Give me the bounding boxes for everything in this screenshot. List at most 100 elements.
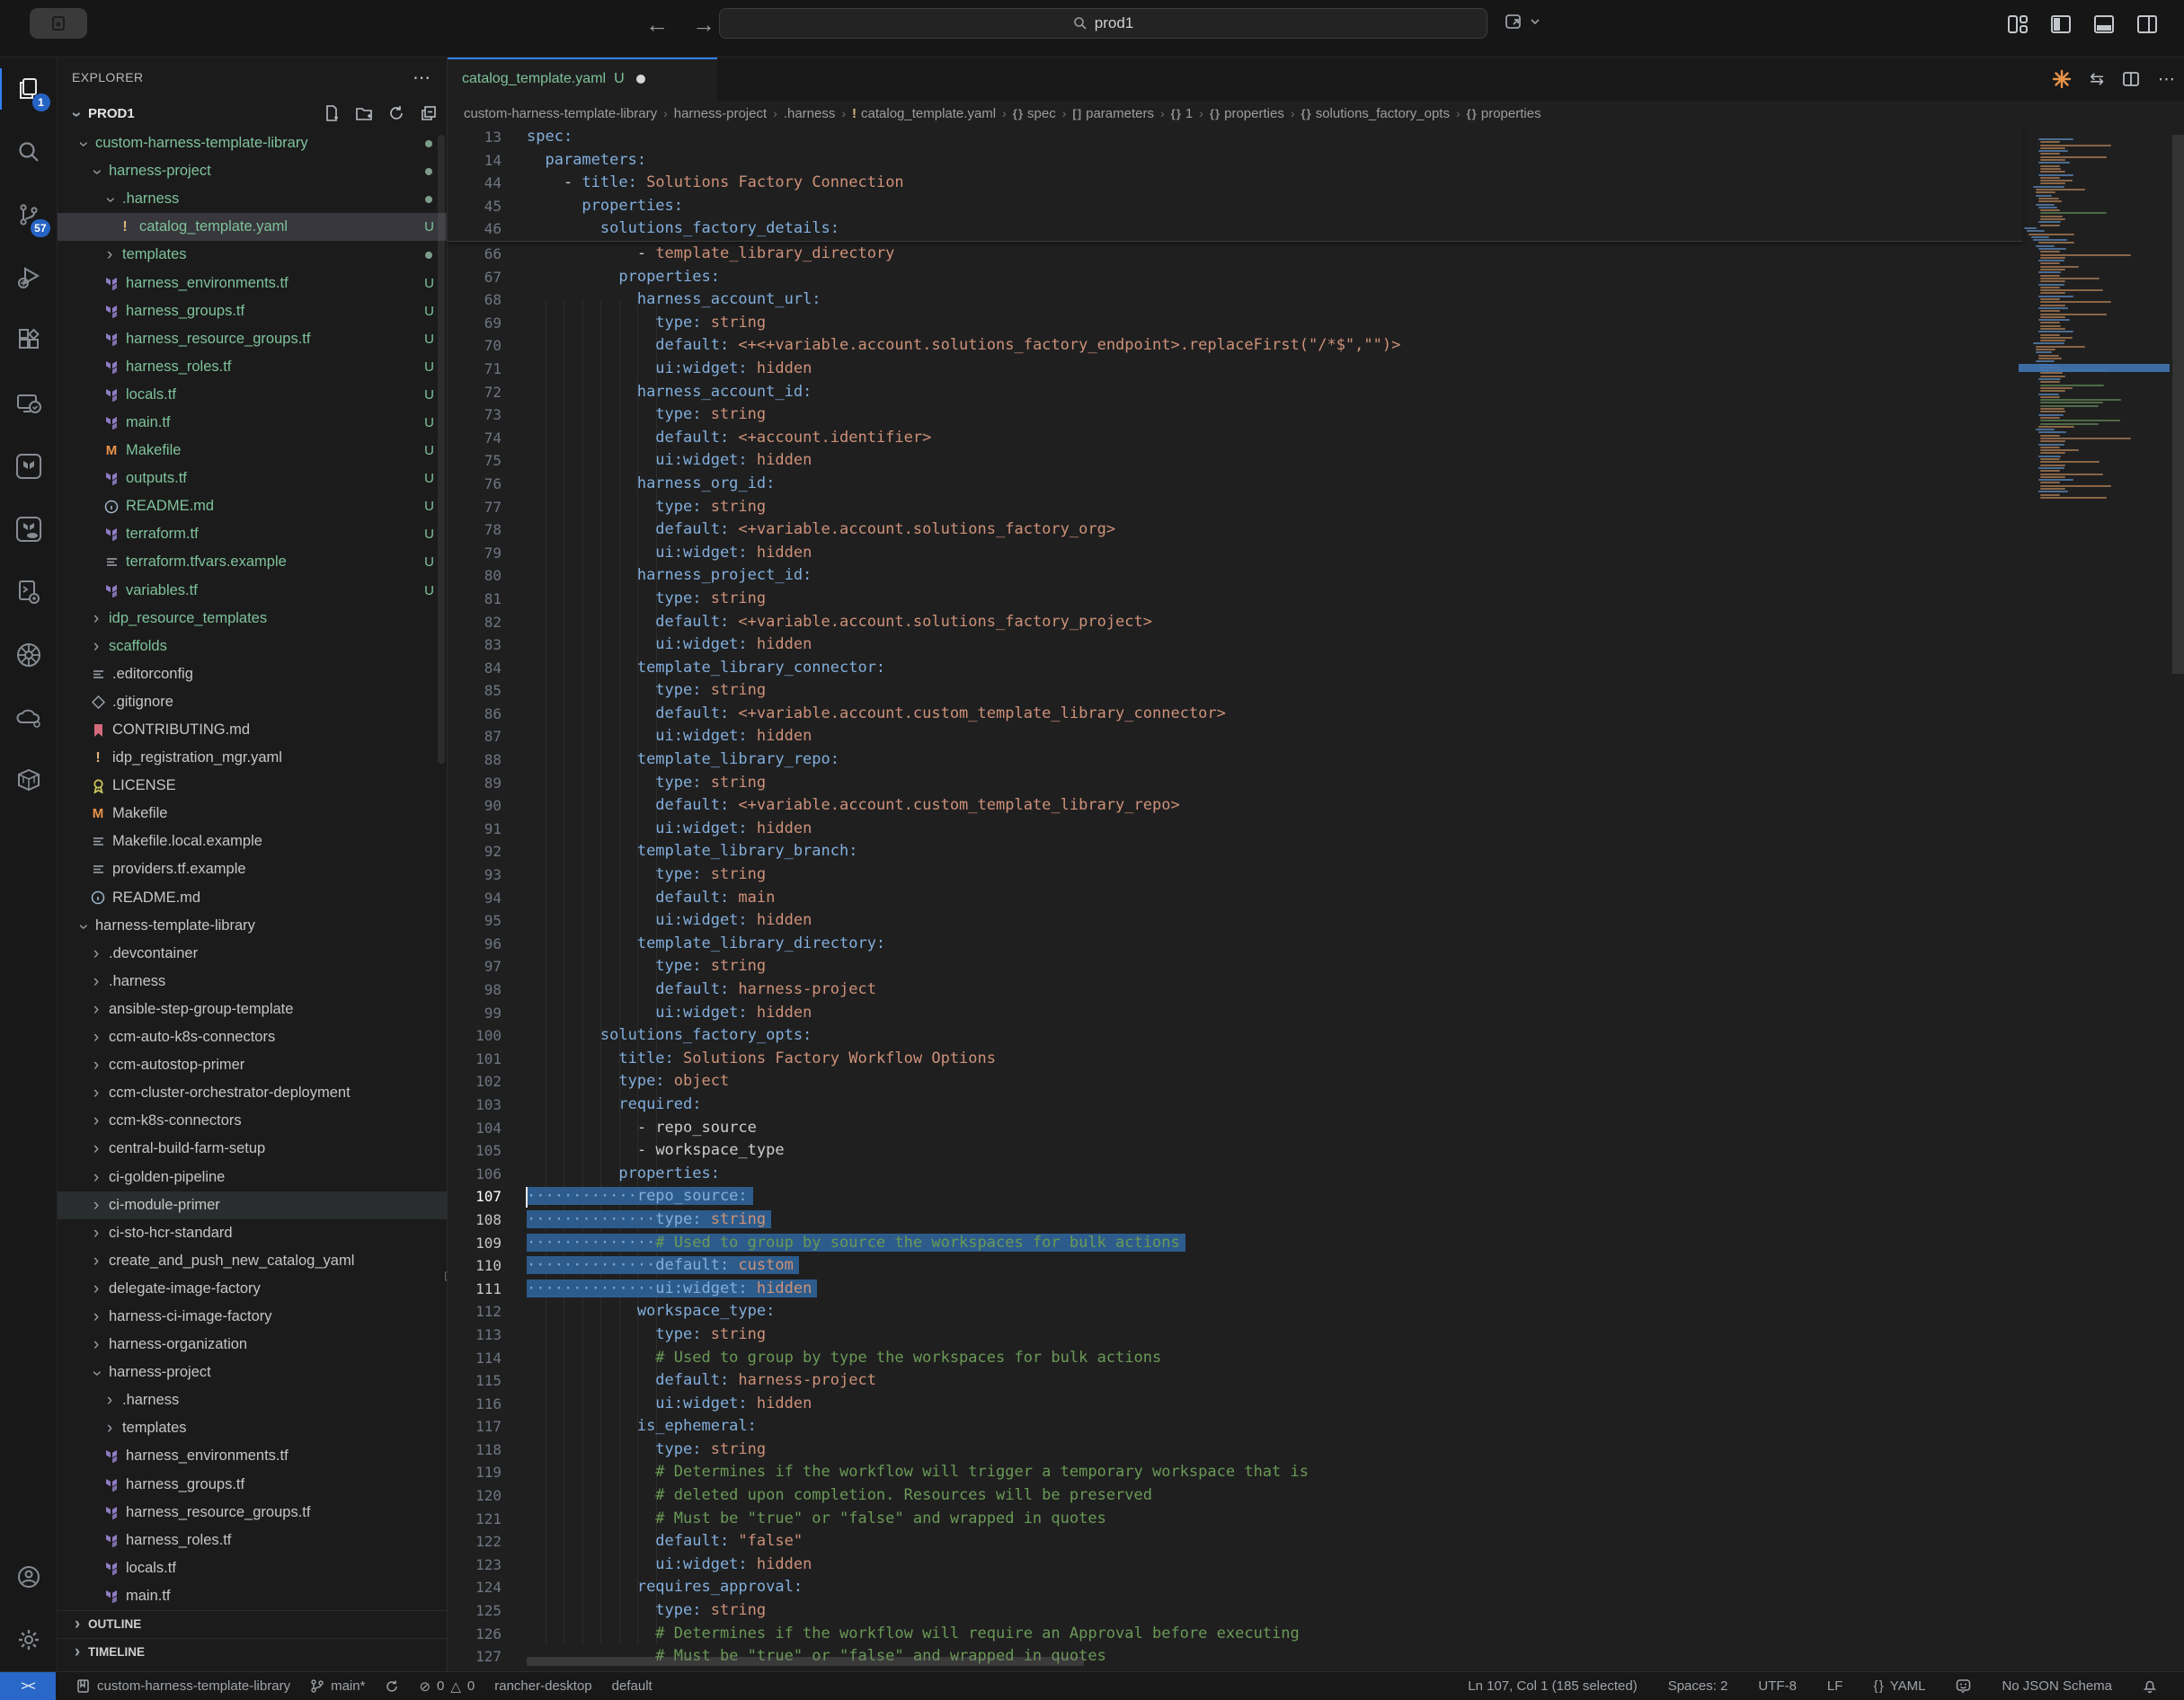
tree-folder-custom-harness-template-library[interactable]: ›custom-harness-template-library — [58, 129, 447, 157]
breadcrumb-item[interactable]: { }solutions_factory_opts — [1301, 106, 1450, 121]
project-root-row[interactable]: › PROD1 — [58, 97, 447, 129]
tree-file-harness-resource-groups-tf[interactable]: harness_resource_groups.tf — [58, 1499, 447, 1527]
editor-horizontal-scrollbar[interactable] — [527, 1657, 1084, 1666]
activity-cloud-code-button[interactable] — [0, 686, 58, 749]
tree-file-idp-registration-mgr-yaml[interactable]: !idp_registration_mgr.yaml — [58, 744, 447, 772]
tree-folder-central-build-farm-setup[interactable]: ›central-build-farm-setup — [58, 1135, 447, 1163]
breadcrumb-item[interactable]: !catalog_template.yaml — [852, 106, 996, 121]
tree-file--editorconfig[interactable]: .editorconfig — [58, 660, 447, 688]
editor-vertical-scrollbar[interactable] — [2172, 135, 2184, 674]
activity-kubernetes-button[interactable] — [0, 624, 58, 686]
remote-indicator[interactable]: >< — [0, 1672, 56, 1700]
tree-folder--devcontainer[interactable]: ›.devcontainer — [58, 940, 447, 968]
breadcrumb-item[interactable]: [ ]parameters — [1072, 106, 1154, 121]
tree-folder-harness-template-library[interactable]: ›harness-template-library — [58, 912, 447, 940]
more-actions-icon[interactable]: ⋯ — [2158, 69, 2175, 90]
tree-file-main-tf[interactable]: main.tfU — [58, 409, 447, 437]
tree-file-license[interactable]: LICENSE — [58, 772, 447, 800]
tree-folder-scaffolds[interactable]: ›scaffolds — [58, 633, 447, 660]
status-language-mode[interactable]: { }YAML — [1873, 1678, 1925, 1694]
breadcrumb-item[interactable]: { }properties — [1210, 106, 1284, 121]
tree-folder--harness[interactable]: ›.harness — [58, 185, 447, 213]
customize-layout-icon[interactable] — [2006, 13, 2029, 36]
sidebar-scrollbar[interactable] — [438, 135, 445, 764]
tree-folder-idp-resource-templates[interactable]: ›idp_resource_templates — [58, 605, 447, 633]
timeline-section[interactable]: ›TIMELINE — [58, 1638, 447, 1666]
tree-folder-ci-sto-hcr-standard[interactable]: ›ci-sto-hcr-standard — [58, 1219, 447, 1247]
tree-file-harness-resource-groups-tf[interactable]: harness_resource_groups.tfU — [58, 325, 447, 353]
minimap[interactable] — [2024, 138, 2170, 624]
command-center-search[interactable]: prod1 — [719, 8, 1487, 39]
tree-folder-harness-project[interactable]: ›harness-project — [58, 1359, 447, 1386]
activity-infra-tasks-button[interactable] — [0, 561, 58, 624]
tree-file-harness-environments-tf[interactable]: harness_environments.tfU — [58, 269, 447, 297]
tree-file-locals-tf[interactable]: locals.tf — [58, 1554, 447, 1582]
problems-indicator[interactable]: ⊘0 △0 — [419, 1678, 475, 1695]
tree-folder-ansible-step-group-template[interactable]: ›ansible-step-group-template — [58, 996, 447, 1023]
open-changes-icon[interactable]: ⇆ — [2090, 69, 2104, 90]
nav-forward-button[interactable]: → — [692, 11, 715, 39]
activity-explorer-button[interactable]: 1 — [0, 58, 58, 120]
outline-section[interactable]: ›OUTLINE — [58, 1610, 447, 1638]
breadcrumb-item[interactable]: { }1 — [1171, 106, 1194, 121]
breadcrumb-item[interactable]: harness-project — [674, 106, 767, 121]
nav-back-button[interactable]: ← — [645, 11, 669, 39]
tree-folder-ccm-cluster-orchestrator-deployment[interactable]: ›ccm-cluster-orchestrator-deployment — [58, 1079, 447, 1107]
status-notifications[interactable] — [2143, 1678, 2157, 1694]
kube-context-indicator[interactable]: default — [612, 1678, 653, 1694]
tree-file-locals-tf[interactable]: locals.tfU — [58, 381, 447, 409]
activity-remote-explorer-button[interactable] — [0, 372, 58, 435]
tree-folder-harness-organization[interactable]: ›harness-organization — [58, 1331, 447, 1359]
tree-file-harness-environments-tf[interactable]: harness_environments.tf — [58, 1442, 447, 1470]
tree-folder--harness[interactable]: ›.harness — [58, 1386, 447, 1414]
tree-folder-delegate-image-factory[interactable]: ›delegate-image-factory — [58, 1275, 447, 1303]
tree-folder-templates[interactable]: ›templates — [58, 241, 447, 269]
breadcrumb-item[interactable]: custom-harness-template-library — [464, 106, 657, 121]
toggle-panel-icon[interactable] — [2092, 13, 2116, 36]
tree-folder-ccm-auto-k8s-connectors[interactable]: ›ccm-auto-k8s-connectors — [58, 1023, 447, 1051]
activity-terraform-cloud-button[interactable] — [0, 498, 58, 561]
tab-catalog-template-yaml[interactable]: ! catalog_template.yaml U — [448, 58, 717, 101]
tree-file-outputs-tf[interactable]: outputs.tfU — [58, 465, 447, 492]
tree-folder-templates[interactable]: ›templates — [58, 1414, 447, 1442]
breadcrumb-item[interactable]: { }properties — [1467, 106, 1541, 121]
activity-extensions-button[interactable] — [0, 309, 58, 372]
repo-indicator[interactable]: custom-harness-template-library — [75, 1678, 290, 1694]
tree-folder-ccm-autostop-primer[interactable]: ›ccm-autostop-primer — [58, 1051, 447, 1079]
tree-file-terraform-tfvars-example[interactable]: terraform.tfvars.exampleU — [58, 548, 447, 576]
tree-folder-ci-module-primer[interactable]: ›ci-module-primer — [58, 1191, 447, 1219]
tree-file-makefile-local-example[interactable]: Makefile.local.example — [58, 828, 447, 855]
tree-file-contributing-md[interactable]: CONTRIBUTING.md — [58, 716, 447, 744]
activity-containers-button[interactable] — [0, 749, 58, 812]
tree-folder--harness[interactable]: ›.harness — [58, 968, 447, 996]
collapse-all-icon[interactable] — [420, 104, 438, 122]
tree-file-terraform-tf[interactable]: terraform.tfU — [58, 520, 447, 548]
status-cursor-position[interactable]: Ln 107, Col 1 (185 selected) — [1468, 1678, 1637, 1694]
tree-file-catalog-template-yaml[interactable]: !catalog_template.yamlU — [58, 213, 447, 241]
tree-folder-harness-ci-image-factory[interactable]: ›harness-ci-image-factory — [58, 1303, 447, 1331]
extension-star-icon[interactable] — [2052, 69, 2072, 89]
tree-folder-harness-project[interactable]: ›harness-project — [58, 157, 447, 185]
tab-modified-dot[interactable] — [636, 75, 645, 84]
status-eol[interactable]: LF — [1827, 1678, 1843, 1694]
toggle-primary-sidebar-icon[interactable] — [2049, 13, 2073, 36]
toggle-secondary-sidebar-icon[interactable] — [2135, 13, 2159, 36]
status-json-schema[interactable]: No JSON Schema — [2002, 1678, 2112, 1694]
tree-file-providers-tf-example[interactable]: providers.tf.example — [58, 855, 447, 883]
status-feedback[interactable] — [1956, 1678, 1971, 1694]
split-editor-icon[interactable] — [2122, 70, 2140, 88]
sync-indicator[interactable] — [385, 1679, 399, 1694]
activity-source-control-button[interactable]: 57 — [0, 183, 58, 246]
tree-file-readme-md[interactable]: README.mdU — [58, 492, 447, 520]
code-area[interactable]: 13spec:14 parameters:44 - title: Solutio… — [448, 126, 2184, 1671]
breadcrumb-item[interactable]: { }spec — [1013, 106, 1056, 121]
activity-run-debug-button[interactable] — [0, 246, 58, 309]
activity-search-button[interactable] — [0, 120, 58, 183]
tree-file-harness-groups-tf[interactable]: harness_groups.tfU — [58, 297, 447, 325]
tree-folder-ccm-k8s-connectors[interactable]: ›ccm-k8s-connectors — [58, 1107, 447, 1135]
rancher-desktop-indicator[interactable]: rancher-desktop — [494, 1678, 591, 1694]
refresh-icon[interactable] — [387, 104, 405, 122]
tree-file-makefile[interactable]: MMakefileU — [58, 437, 447, 465]
branch-indicator[interactable]: main* — [310, 1678, 365, 1694]
window-tab-pill[interactable] — [30, 8, 87, 39]
